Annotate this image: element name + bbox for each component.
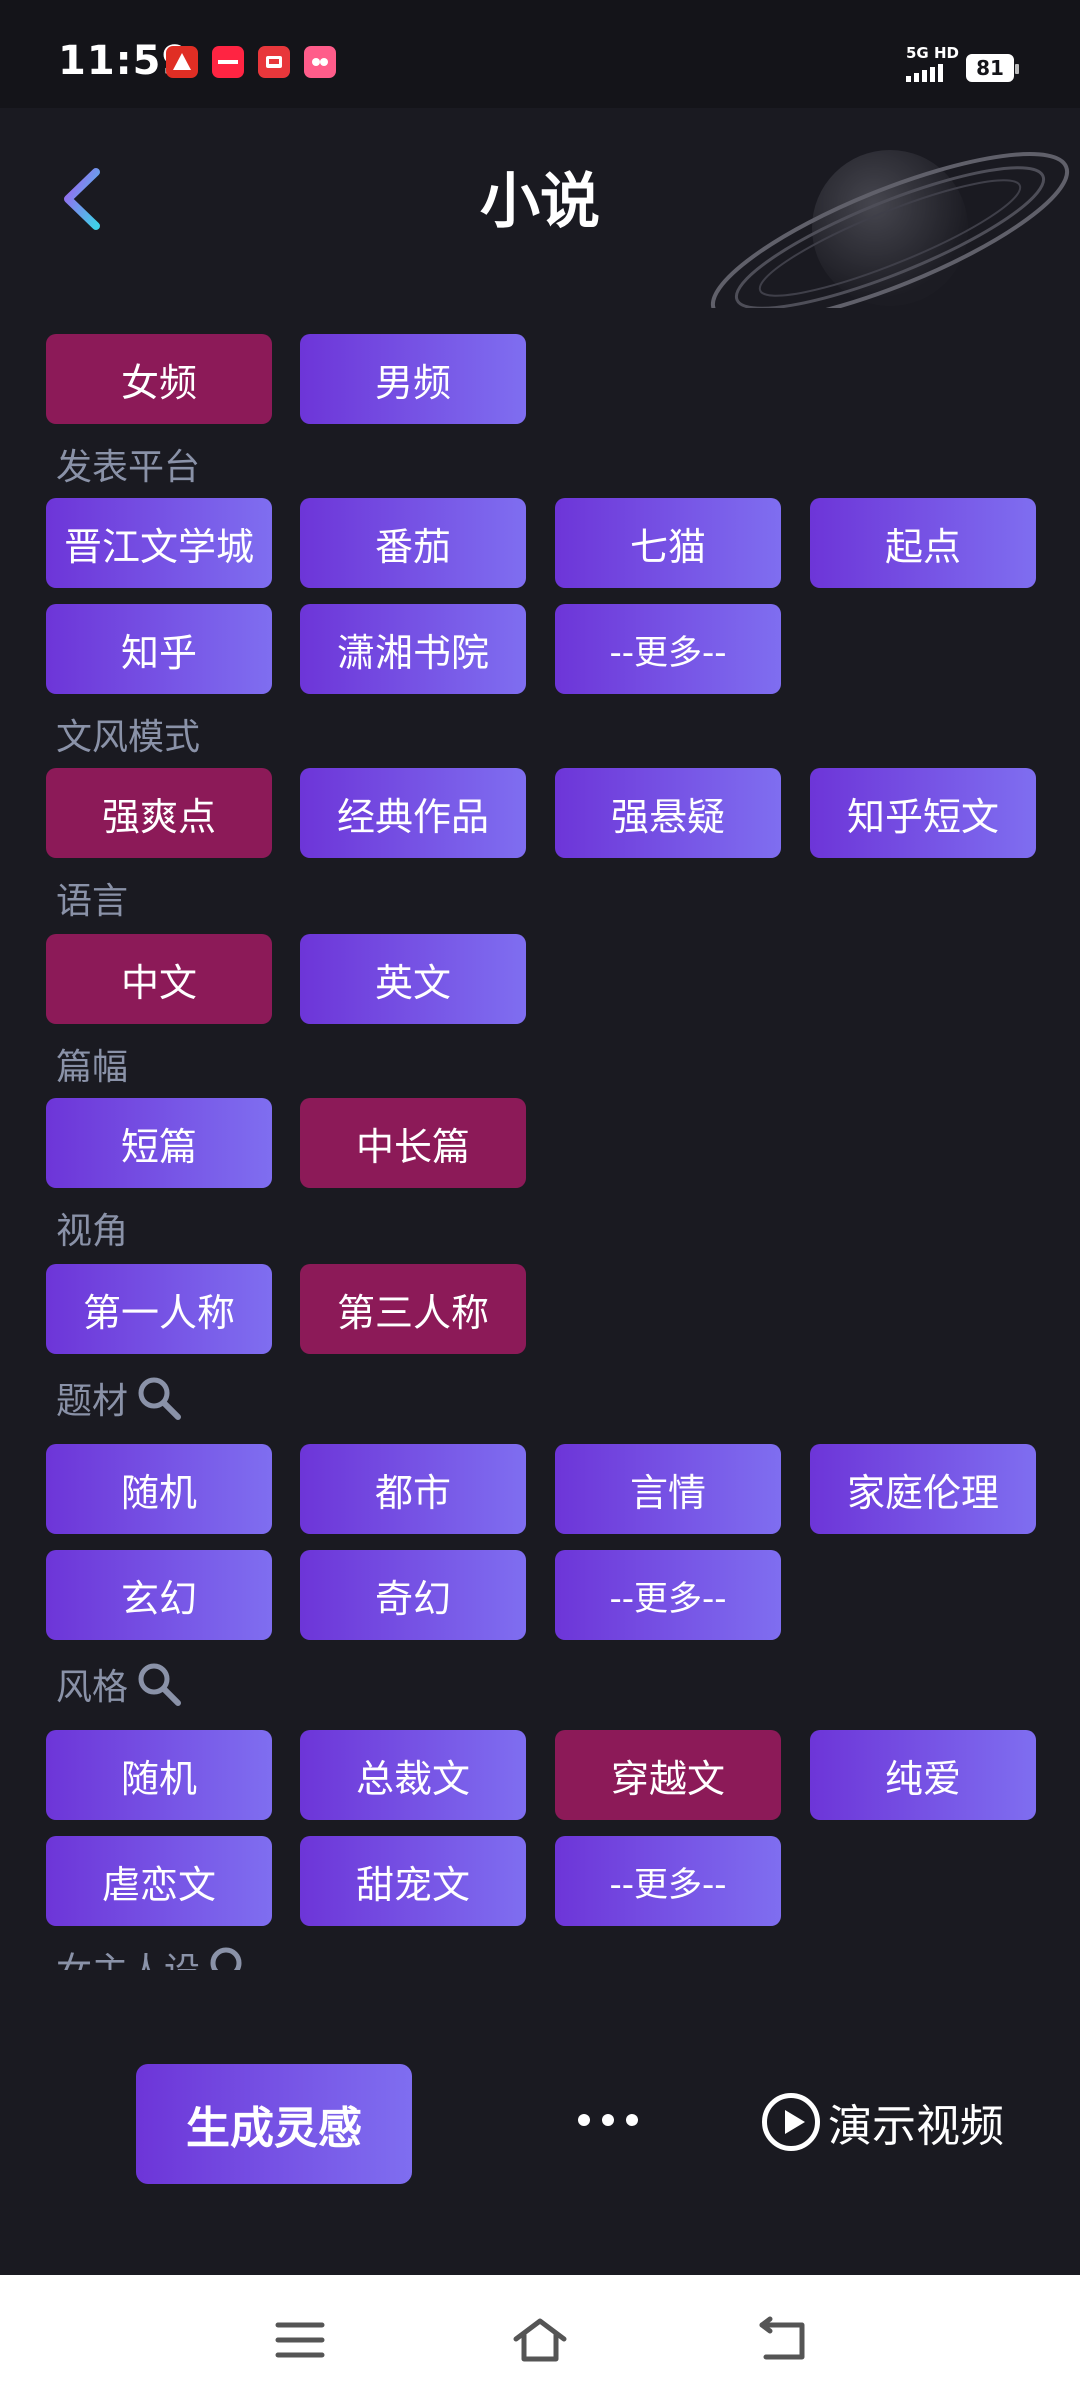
chip-theme[interactable]: 言情 — [555, 1444, 781, 1534]
chip-writing-style[interactable]: 知乎短文 — [810, 768, 1036, 858]
chip-language[interactable]: 英文 — [300, 934, 526, 1024]
search-icon[interactable] — [136, 1375, 182, 1421]
section-label-theme-text: 题材 — [56, 1381, 129, 1422]
more-platform-button[interactable]: --更多-- — [555, 604, 781, 694]
chip-style[interactable]: 虐恋文 — [46, 1836, 272, 1926]
shopping-icon — [258, 46, 290, 78]
notification-icons — [166, 46, 336, 78]
home-icon[interactable] — [510, 2315, 570, 2365]
section-label-language: 语言 — [56, 881, 129, 922]
chip-length[interactable]: 短篇 — [46, 1098, 272, 1188]
chip-platform[interactable]: 晋江文学城 — [46, 498, 272, 588]
status-bar: 11:59 5G HD 81 — [0, 0, 1080, 108]
chip-writing-style[interactable]: 经典作品 — [300, 768, 526, 858]
more-style-button[interactable]: --更多-- — [555, 1836, 781, 1926]
chip-writing-style[interactable]: 强悬疑 — [555, 768, 781, 858]
chip-writing-style[interactable]: 强爽点 — [46, 768, 272, 858]
chip-style[interactable]: 穿越文 — [555, 1730, 781, 1820]
network-indicator: 5G HD — [906, 44, 959, 62]
chip-perspective[interactable]: 第三人称 — [300, 1264, 526, 1354]
chip-theme[interactable]: 奇幻 — [300, 1550, 526, 1640]
menu-icon[interactable] — [270, 2315, 330, 2365]
back-icon[interactable] — [752, 2315, 812, 2365]
battery-icon: 81 — [966, 54, 1019, 82]
xiaohongshu-icon — [212, 46, 244, 78]
action-bar: 生成灵感 演示视频 — [0, 1970, 1080, 2275]
pinduoduo-icon — [166, 46, 198, 78]
options-panel[interactable]: 女频 男频 发表平台 晋江文学城 番茄 七猫 起点 知乎 潇湘书院 --更多--… — [0, 310, 1080, 1970]
chip-style[interactable]: 总裁文 — [300, 1730, 526, 1820]
chip-channel-male[interactable]: 男频 — [300, 334, 526, 424]
play-icon — [762, 2093, 820, 2151]
chip-channel-female[interactable]: 女频 — [46, 334, 272, 424]
system-nav-bar — [0, 2275, 1080, 2400]
section-label-style: 风格 — [56, 1658, 182, 1710]
section-label-style-text: 风格 — [56, 1667, 129, 1708]
chip-language[interactable]: 中文 — [46, 934, 272, 1024]
page-header: 小说 — [0, 108, 1080, 308]
section-label-length: 篇幅 — [56, 1047, 129, 1088]
chip-style[interactable]: 纯爱 — [810, 1730, 1036, 1820]
section-label-writing-style: 文风模式 — [56, 717, 201, 758]
chip-length[interactable]: 中长篇 — [300, 1098, 526, 1188]
chip-platform[interactable]: 起点 — [810, 498, 1036, 588]
more-dots-icon[interactable] — [578, 2100, 638, 2140]
generate-inspiration-button[interactable]: 生成灵感 — [136, 2064, 412, 2184]
demo-video-label: 演示视频 — [828, 2101, 1004, 2152]
chip-platform[interactable]: 七猫 — [555, 498, 781, 588]
more-theme-button[interactable]: --更多-- — [555, 1550, 781, 1640]
chip-theme[interactable]: 随机 — [46, 1444, 272, 1534]
section-label-heroine-text: 女主人设 — [56, 1942, 200, 1970]
search-icon[interactable] — [208, 1945, 254, 1970]
section-label-perspective: 视角 — [56, 1211, 129, 1252]
demo-video-button[interactable]: 演示视频 — [762, 2090, 1004, 2154]
chip-theme[interactable]: 家庭伦理 — [810, 1444, 1036, 1534]
chip-style[interactable]: 随机 — [46, 1730, 272, 1820]
signal-icon — [906, 64, 943, 82]
chip-platform[interactable]: 潇湘书院 — [300, 604, 526, 694]
chip-theme[interactable]: 玄幻 — [46, 1550, 272, 1640]
chip-theme[interactable]: 都市 — [300, 1444, 526, 1534]
search-icon[interactable] — [136, 1661, 182, 1707]
chip-style[interactable]: 甜宠文 — [300, 1836, 526, 1926]
lala-icon — [304, 46, 336, 78]
chip-platform[interactable]: 番茄 — [300, 498, 526, 588]
section-label-heroine: 女主人设 — [56, 1942, 254, 1970]
section-label-platform: 发表平台 — [56, 447, 201, 488]
chip-platform[interactable]: 知乎 — [46, 604, 272, 694]
chip-perspective[interactable]: 第一人称 — [46, 1264, 272, 1354]
page-title: 小说 — [480, 167, 600, 237]
section-label-theme: 题材 — [56, 1372, 182, 1424]
